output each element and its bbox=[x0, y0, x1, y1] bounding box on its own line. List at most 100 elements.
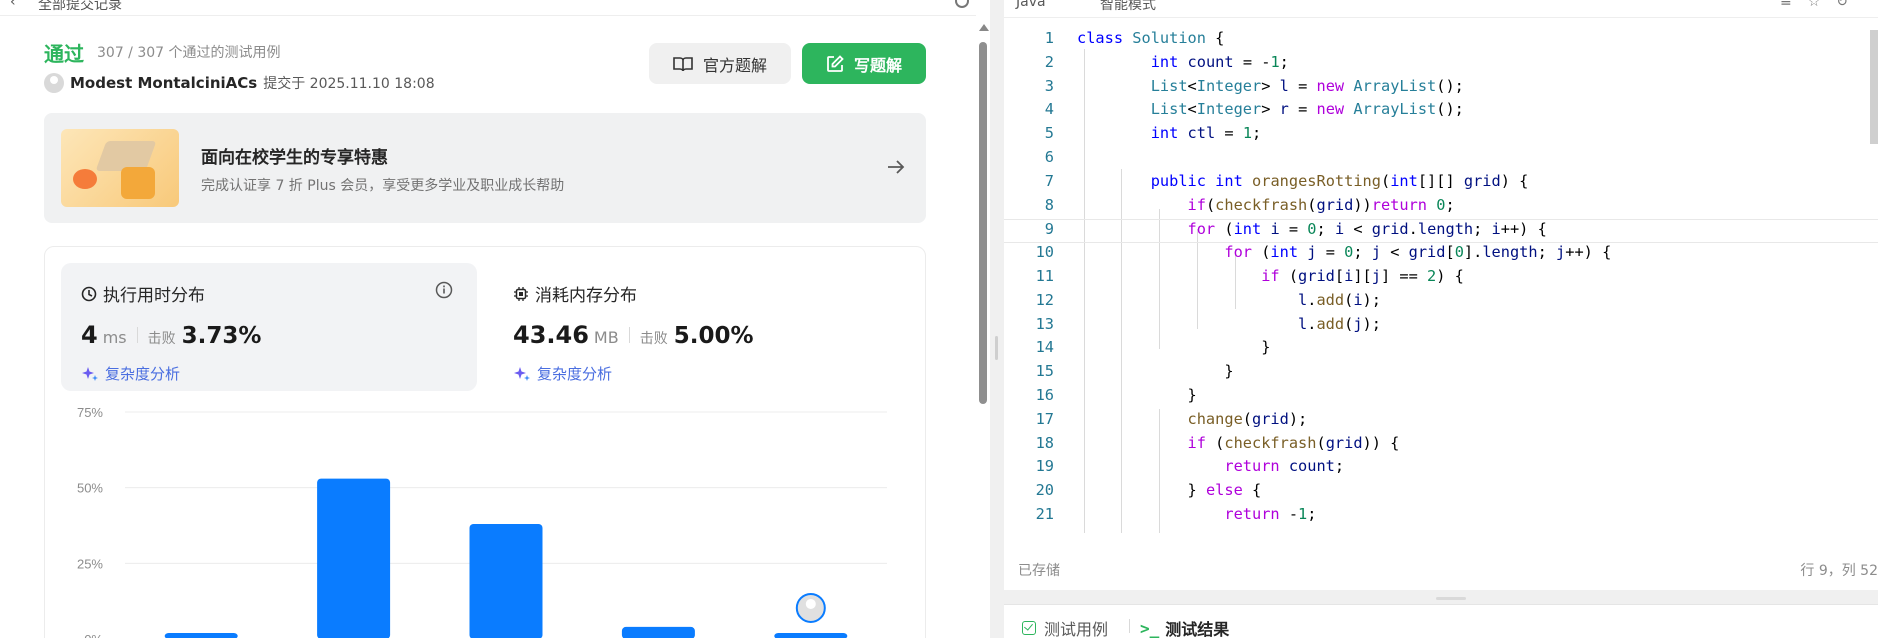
code-line: 17 change(grid); bbox=[1035, 409, 1308, 428]
promo-title: 面向在校学生的专享特惠 bbox=[201, 148, 388, 168]
y-tick-label: 75% bbox=[77, 405, 103, 420]
chart-bar[interactable] bbox=[774, 632, 848, 638]
code-line: 4 List<Integer> r = new ArrayList(); bbox=[1044, 100, 1464, 119]
chart-bar[interactable] bbox=[164, 632, 238, 638]
code-line: 1 class Solution { bbox=[1044, 29, 1225, 47]
official-solution-button[interactable]: 官方题解 bbox=[649, 43, 791, 84]
official-solution-label: 官方题解 bbox=[702, 55, 767, 75]
info-icon[interactable] bbox=[435, 281, 453, 299]
scrollbar-thumb[interactable] bbox=[979, 42, 987, 404]
left-scrollbar[interactable] bbox=[976, 0, 990, 638]
author-row: Modest MontalciniACs 提交于 2025.11.10 18:0… bbox=[44, 72, 435, 94]
edit-icon bbox=[827, 54, 844, 72]
code-line: 2 int count = -1; bbox=[1044, 52, 1289, 71]
code-line: 14 } bbox=[1035, 338, 1271, 357]
leetcode-window: ‹ 全部提交记录 通过 307 / 307 个通过的测试用例 Modest Mo… bbox=[0, 0, 1878, 638]
saved-status: 已存储 bbox=[1018, 563, 1060, 579]
editor-toolbar: Java 智能模式 ≡☆↻ bbox=[1004, 0, 1878, 18]
runtime-beat-value: 3.73% bbox=[181, 323, 262, 349]
runtime-distribution-chart: 75% 50% 25% 0% bbox=[77, 405, 887, 638]
graduation-cap-illustration bbox=[61, 129, 179, 207]
back-arrow-icon[interactable]: ‹ bbox=[10, 0, 16, 10]
test-panel-tabs: 测试用例 >_ 测试结果 bbox=[1004, 597, 1878, 638]
write-solution-button[interactable]: 写题解 bbox=[802, 43, 926, 84]
clock-icon bbox=[81, 286, 97, 301]
memory-value: 43.46 bbox=[513, 321, 589, 349]
avatar-head bbox=[805, 598, 816, 609]
book-icon bbox=[673, 56, 693, 71]
chart-bar[interactable] bbox=[317, 478, 391, 638]
code-line: 10 for (int j = 0; j < grid[0].length; j… bbox=[1035, 243, 1612, 262]
runtime-complexity-link[interactable]: 复杂度分析 bbox=[81, 363, 180, 384]
toolbar-icons[interactable]: ≡☆↻ bbox=[1780, 0, 1864, 10]
arrow-right-icon bbox=[888, 160, 905, 174]
all-submissions-link[interactable]: 全部提交记录 bbox=[38, 0, 122, 14]
write-solution-label: 写题解 bbox=[853, 55, 902, 75]
memory-title: 消耗内存分布 bbox=[535, 286, 637, 306]
code-line: 13 l.add(j); bbox=[1035, 314, 1381, 333]
code-line: 16 } bbox=[1035, 386, 1197, 404]
runtime-title: 执行用时分布 bbox=[103, 286, 205, 306]
submission-topbar: ‹ 全部提交记录 bbox=[0, 0, 976, 16]
tab-test-result-label: 测试结果 bbox=[1165, 620, 1230, 638]
code-line: 20 } else { bbox=[1035, 481, 1262, 500]
code-line-active: 9 for (int i = 0; i < grid.length; i++) … bbox=[1004, 219, 1878, 244]
code-line: 7 public int orangesRotting(int[][] grid… bbox=[1044, 171, 1529, 190]
code-line: 6 bbox=[1044, 148, 1054, 166]
resize-handle[interactable] bbox=[1436, 597, 1466, 600]
memory-beat-value: 5.00% bbox=[673, 323, 754, 349]
student-promo-banner[interactable]: 面向在校学生的专享特惠 完成认证享 7 折 Plus 会员，享受更多学业及职业成… bbox=[44, 113, 926, 223]
code-line: 3 List<Integer> l = new ArrayList(); bbox=[1044, 76, 1464, 95]
promo-description: 完成认证享 7 折 Plus 会员，享受更多学业及职业成长帮助 bbox=[201, 178, 565, 194]
code-line: 18 if (checkfrash(grid)) { bbox=[1035, 433, 1400, 452]
code-line: 5 int ctl = 1; bbox=[1044, 124, 1262, 143]
y-tick-label: 25% bbox=[77, 556, 103, 571]
memory-complexity-label: 复杂度分析 bbox=[537, 365, 613, 383]
tab-test-cases[interactable]: 测试用例 bbox=[1022, 616, 1108, 638]
memory-beat-label: 击败 bbox=[639, 331, 668, 347]
editor-mode-toggle[interactable]: 智能模式 bbox=[1100, 0, 1156, 14]
avatar[interactable] bbox=[44, 73, 64, 93]
code-line: 12 l.add(i); bbox=[1035, 290, 1381, 309]
chart-bar[interactable] bbox=[621, 626, 695, 638]
code-line: 11 if (grid[i][j] == 2) { bbox=[1035, 267, 1464, 285]
runtime-value: 4 bbox=[81, 321, 98, 349]
chart-bar[interactable] bbox=[469, 523, 543, 638]
submission-panel: ‹ 全部提交记录 通过 307 / 307 个通过的测试用例 Modest Mo… bbox=[0, 0, 990, 638]
memory-complexity-link[interactable]: 复杂度分析 bbox=[513, 363, 612, 384]
refresh-icon[interactable] bbox=[955, 0, 969, 8]
runtime-value-row: 4 ms 击败 3.73% bbox=[81, 321, 261, 349]
language-select[interactable]: Java bbox=[1016, 0, 1046, 10]
memory-value-row: 43.46 MB 击败 5.00% bbox=[513, 321, 754, 349]
code-line: 19 return count; bbox=[1035, 457, 1345, 476]
code-area[interactable]: 1 class Solution { 2 int count = -1; 3 Li… bbox=[1004, 29, 1878, 533]
memory-title-row: 消耗内存分布 bbox=[513, 281, 637, 306]
submit-time: 提交于 2025.11.10 18:08 bbox=[263, 76, 435, 92]
chip-icon bbox=[514, 286, 528, 301]
panel-resize-handle[interactable] bbox=[990, 0, 1004, 638]
editor-statusbar: 已存储 行 9，列 52 bbox=[1004, 556, 1878, 590]
sparkle-icon bbox=[514, 366, 530, 381]
editor-scrollbar[interactable] bbox=[1870, 30, 1878, 144]
runtime-complexity-label: 复杂度分析 bbox=[105, 365, 181, 383]
code-line: 8 if(checkfrash(grid))return 0; bbox=[1044, 195, 1455, 214]
y-tick-label: 50% bbox=[77, 481, 103, 496]
runtime-metric[interactable]: 执行用时分布 4 ms 击败 3.73% 复杂度分析 bbox=[61, 263, 477, 391]
y-tick-label: 0% bbox=[84, 632, 103, 638]
memory-unit: MB bbox=[593, 328, 619, 347]
divider bbox=[136, 327, 138, 343]
scroll-up-icon[interactable] bbox=[979, 24, 989, 31]
tab-test-result[interactable]: >_ 测试结果 bbox=[1140, 616, 1229, 638]
runtime-beat-label: 击败 bbox=[147, 331, 176, 347]
runtime-unit: ms bbox=[102, 328, 127, 347]
checkbox-icon bbox=[1022, 621, 1036, 635]
sparkle-icon bbox=[82, 366, 98, 381]
code-line: 15 } bbox=[1035, 362, 1234, 381]
runtime-title-row: 执行用时分布 bbox=[81, 281, 205, 306]
tab-divider bbox=[1129, 619, 1130, 633]
terminal-icon: >_ bbox=[1140, 618, 1160, 638]
memory-metric[interactable]: 消耗内存分布 43.46 MB 击败 5.00% 复杂度分析 bbox=[493, 263, 909, 391]
author-name[interactable]: Modest MontalciniACs bbox=[70, 74, 257, 92]
divider bbox=[628, 327, 630, 343]
tab-test-cases-label: 测试用例 bbox=[1044, 620, 1109, 638]
